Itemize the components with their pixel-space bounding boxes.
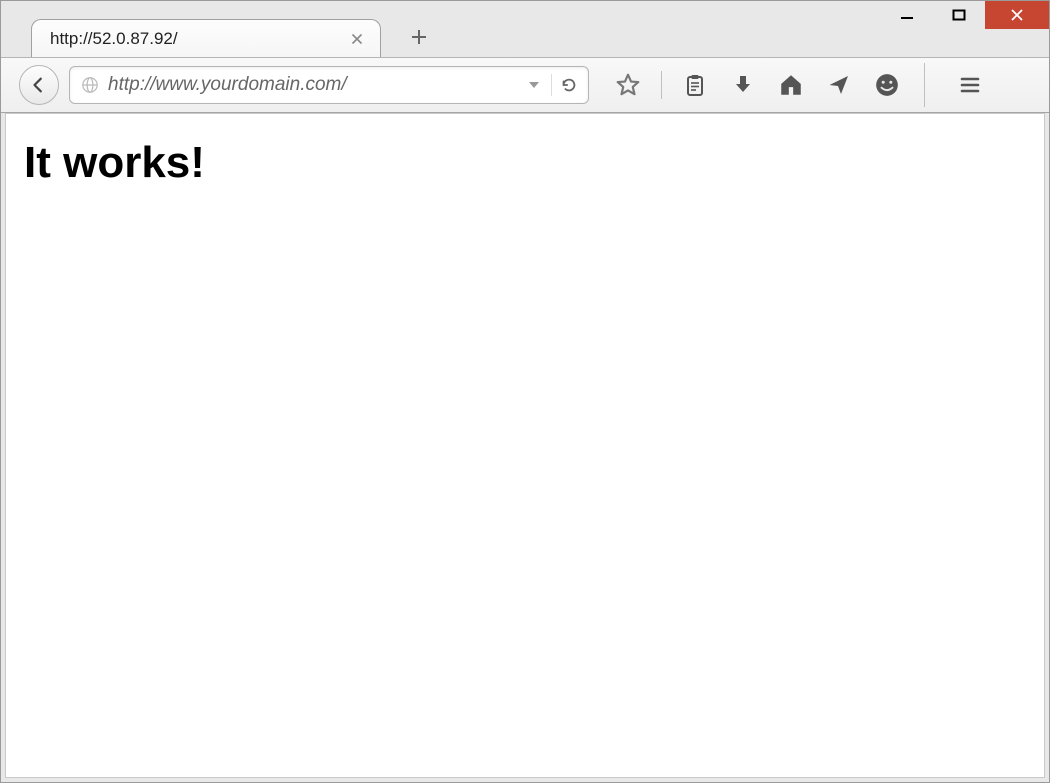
new-tab-button[interactable] [401,19,437,55]
plus-icon [409,27,429,47]
paper-plane-icon [827,73,851,97]
toolbar-icons [613,63,985,107]
share-button[interactable] [824,70,854,100]
clipboard-button[interactable] [680,70,710,100]
page-content: It works! [5,113,1045,778]
bookmark-button[interactable] [613,70,643,100]
smiley-icon [874,72,900,98]
tab-title: http://52.0.87.92/ [50,29,338,49]
back-button[interactable] [19,65,59,105]
hamburger-icon [958,73,982,97]
globe-icon [80,75,100,95]
browser-window: http://52.0.87.92/ [0,0,1050,783]
page-heading: It works! [24,138,1026,188]
menu-button[interactable] [955,70,985,100]
url-input[interactable] [108,74,517,96]
tab-bar: http://52.0.87.92/ [1,17,1049,57]
separator [924,63,925,107]
chevron-down-icon [528,79,540,91]
downloads-button[interactable] [728,70,758,100]
home-button[interactable] [776,70,806,100]
tab-close-button[interactable] [348,30,366,48]
star-icon [615,72,641,98]
back-arrow-icon [30,76,48,94]
toolbar [1,57,1049,113]
feedback-button[interactable] [872,70,902,100]
address-dropdown-button[interactable] [525,76,543,94]
separator [661,71,662,99]
reload-icon [560,76,578,94]
browser-tab[interactable]: http://52.0.87.92/ [31,19,381,57]
address-bar [69,66,589,104]
download-arrow-icon [731,73,755,97]
clipboard-icon [683,73,707,97]
close-icon [351,33,363,45]
home-icon [778,72,804,98]
reload-button[interactable] [551,74,580,96]
